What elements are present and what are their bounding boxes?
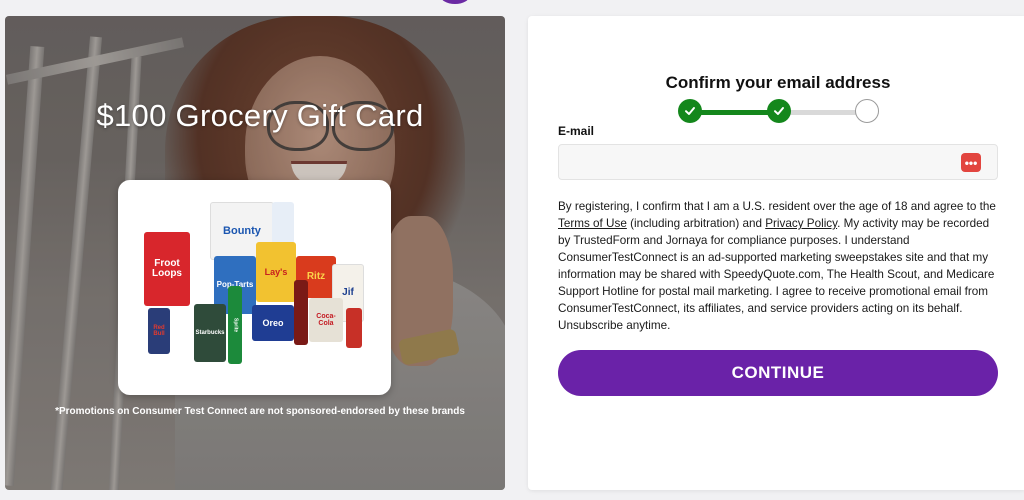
- product-image-card: Froot Loops Bounty Pop-Tarts Lay's Ritz …: [118, 180, 391, 395]
- product-label: Red Bull: [153, 325, 165, 337]
- product-box: [346, 308, 362, 348]
- password-manager-icon[interactable]: •••: [961, 153, 981, 172]
- registration-panel: Confirm your email address E-mail ••• By…: [528, 16, 1024, 490]
- continue-button[interactable]: CONTINUE: [558, 350, 998, 396]
- legal-text-part: By registering, I confirm that I am a U.…: [558, 200, 996, 213]
- product-label: Sprite: [232, 317, 239, 333]
- legal-text-part: (including arbitration) and: [626, 217, 766, 230]
- check-icon: [774, 107, 784, 115]
- product-label: Jif: [342, 287, 354, 298]
- product-bottle: Sprite: [228, 286, 242, 364]
- privacy-policy-link[interactable]: Privacy Policy: [765, 217, 837, 230]
- product-label: Starbucks: [195, 330, 225, 336]
- product-box: Lay's: [256, 242, 296, 302]
- product-box: [272, 202, 294, 244]
- progress-stepper: [678, 99, 883, 125]
- promo-panel: $100 Grocery Gift Card Froot Loops Bount…: [5, 16, 505, 490]
- terms-of-use-link[interactable]: Terms of Use: [558, 217, 627, 230]
- product-label: Bounty: [223, 224, 261, 237]
- product-box: Starbucks: [194, 304, 226, 362]
- brand-mark: [440, 0, 470, 4]
- check-icon: [685, 107, 695, 115]
- product-can: Red Bull: [148, 308, 170, 354]
- product-box: Coca-Cola: [309, 298, 343, 342]
- legal-consent-text: By registering, I confirm that I am a U.…: [558, 198, 998, 334]
- product-box: Froot Loops: [144, 232, 190, 306]
- product-label: Oreo: [262, 317, 284, 328]
- form-heading: Confirm your email address: [665, 73, 891, 92]
- gift-card-title: $100 Grocery Gift Card: [96, 98, 424, 133]
- email-field[interactable]: [558, 144, 998, 180]
- email-label: E-mail: [558, 124, 595, 138]
- step-3-pending: [855, 99, 879, 123]
- product-label: Froot Loops: [152, 258, 182, 279]
- legal-text-part: . My activity may be recorded by Trusted…: [558, 217, 995, 332]
- step-2-complete: [767, 99, 791, 123]
- product-label: Lay's: [264, 266, 288, 277]
- product-label: Ritz: [306, 271, 326, 282]
- brand-disclaimer: *Promotions on Consumer Test Connect are…: [55, 406, 465, 417]
- product-label: Coca-Cola: [316, 313, 336, 327]
- product-bottle: [294, 280, 308, 345]
- product-box: Oreo: [252, 305, 294, 341]
- step-1-complete: [678, 99, 702, 123]
